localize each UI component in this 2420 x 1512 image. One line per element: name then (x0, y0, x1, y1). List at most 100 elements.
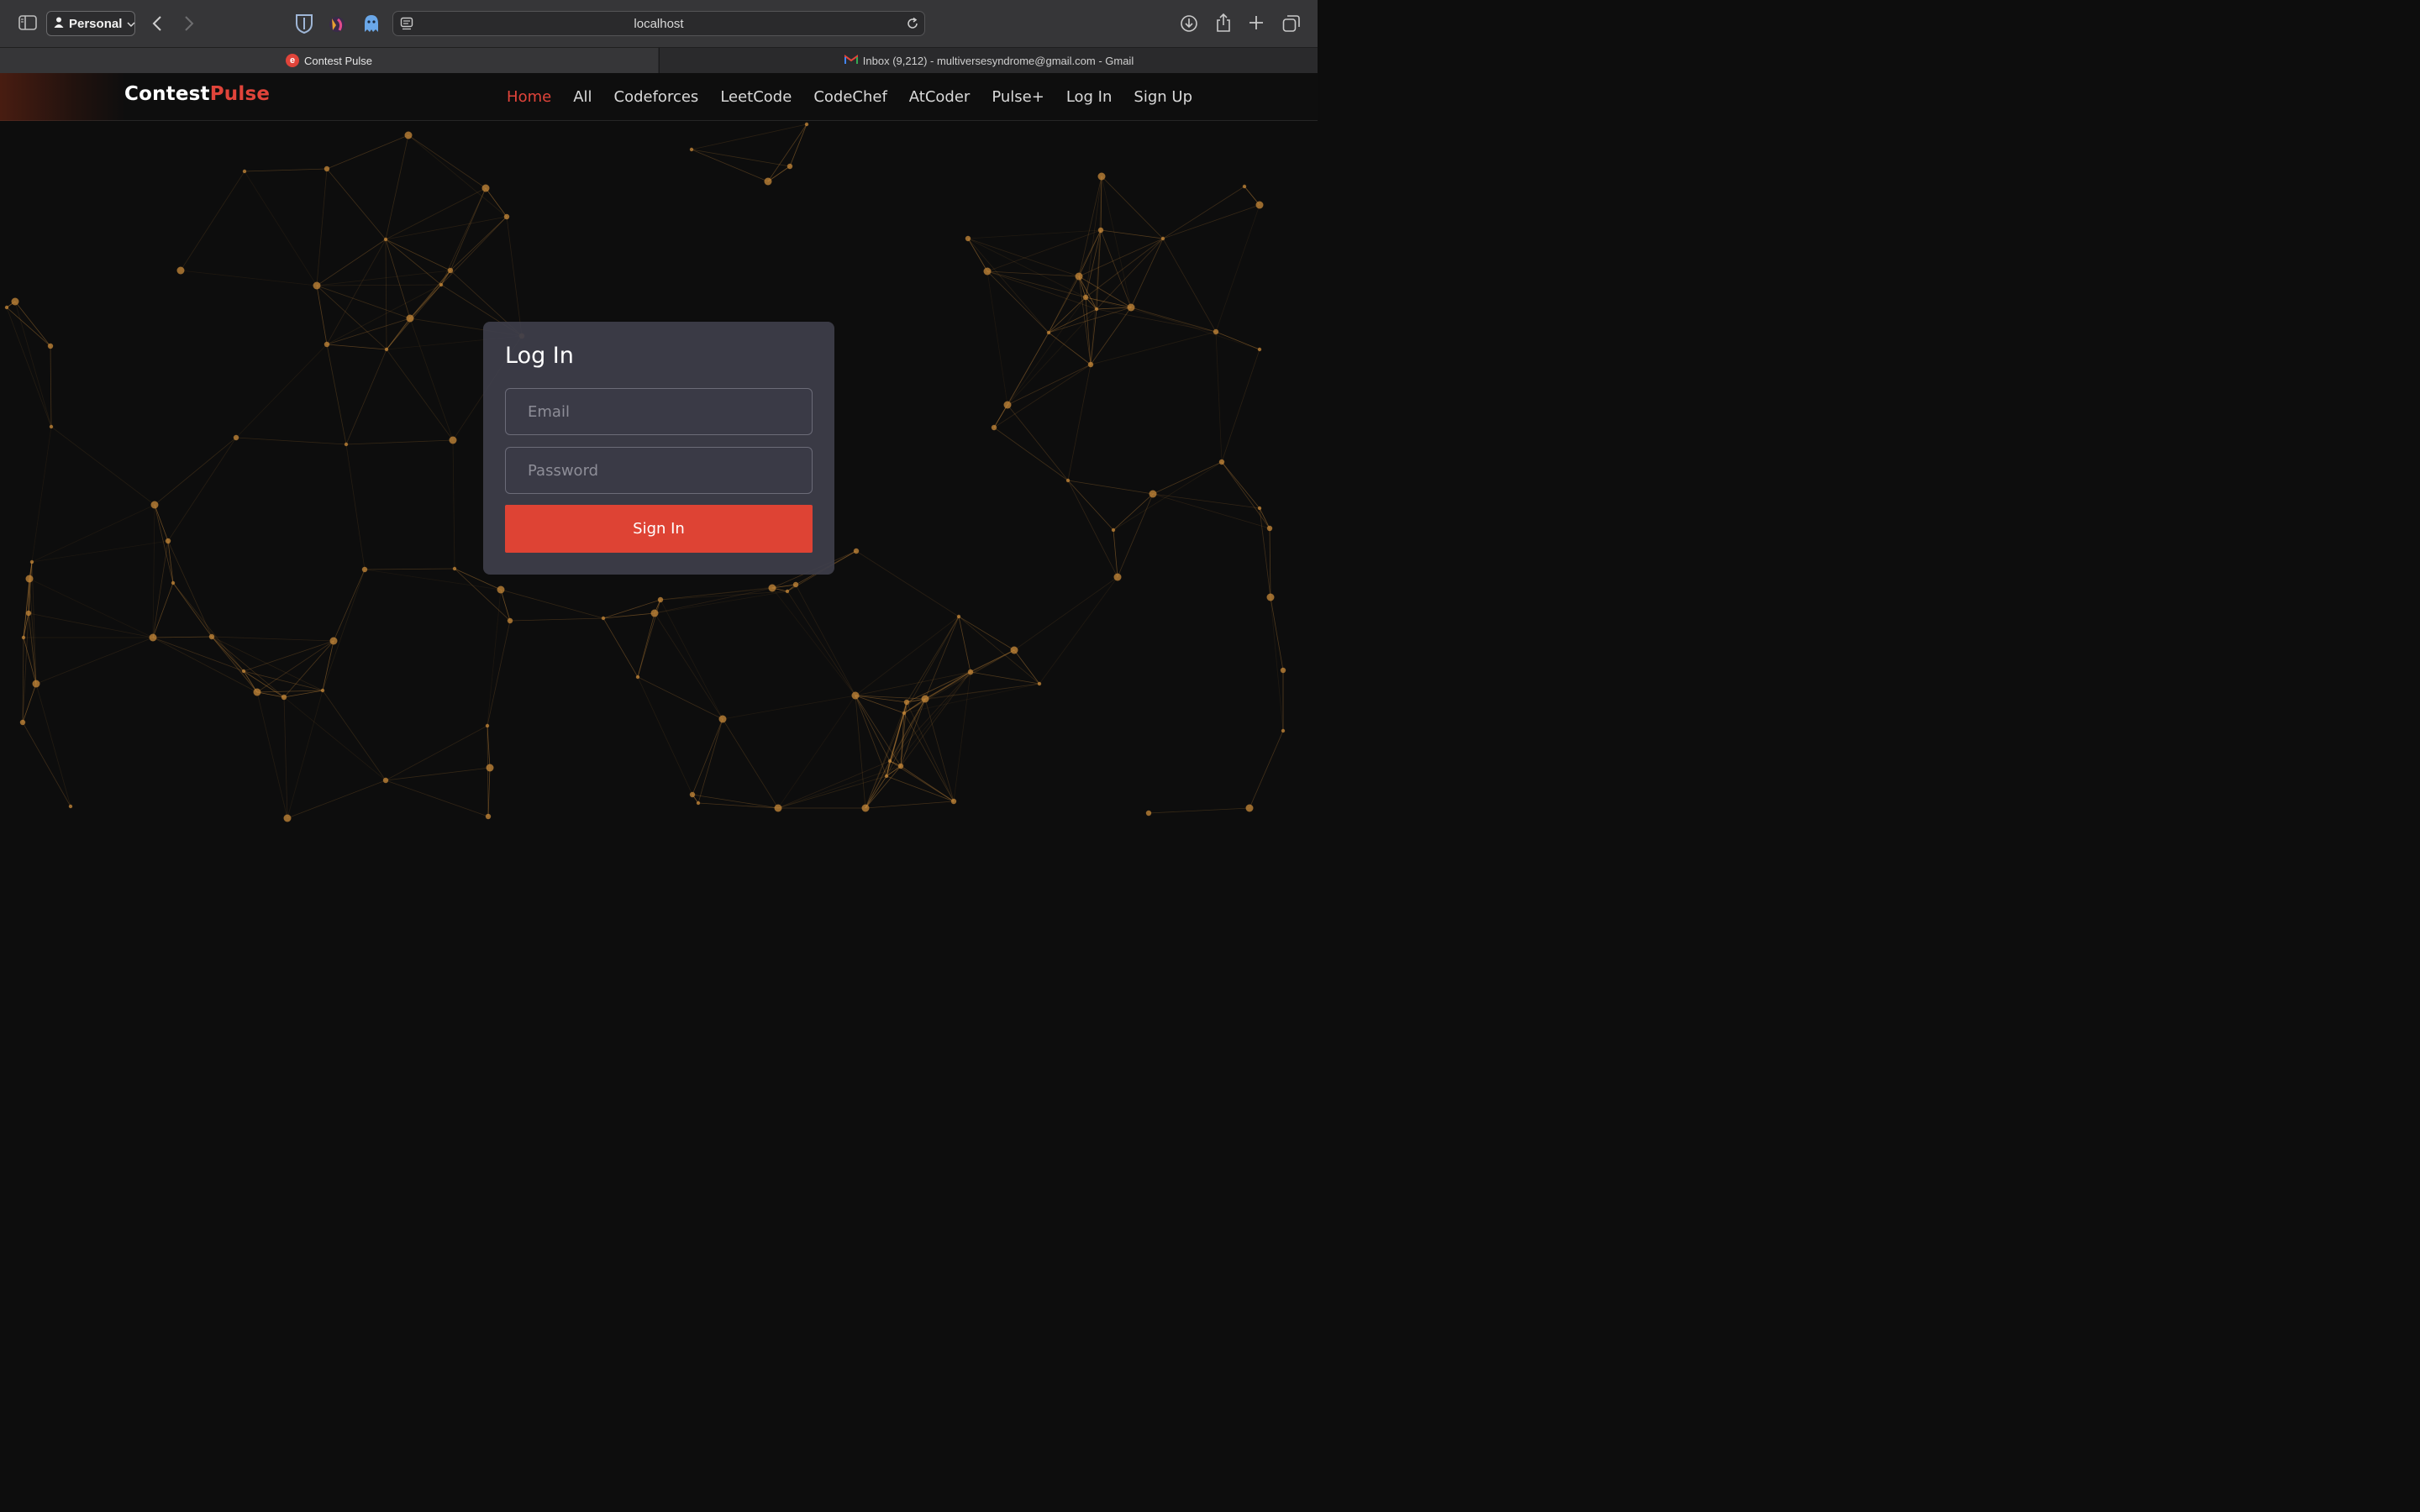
nav-link-all[interactable]: All (573, 88, 592, 106)
network-node (406, 314, 414, 323)
share-icon[interactable] (1215, 13, 1232, 33)
network-node (449, 436, 457, 444)
sidebar-icon[interactable] (18, 15, 37, 30)
network-link (1270, 596, 1284, 732)
network-link (654, 587, 773, 614)
nav-link-atcoder[interactable]: AtCoder (909, 88, 971, 106)
new-tab-icon[interactable] (1249, 15, 1264, 30)
network-link (500, 589, 604, 619)
network-link (777, 775, 887, 809)
network-node (382, 777, 389, 784)
back-icon[interactable] (151, 15, 163, 32)
network-node (241, 669, 246, 674)
network-link (14, 301, 52, 428)
network-link (1067, 480, 1114, 531)
nav-link-sign-up[interactable]: Sign Up (1134, 88, 1192, 106)
network-link (654, 591, 788, 614)
nav-link-log-in[interactable]: Log In (1066, 88, 1113, 106)
network-link (1249, 730, 1284, 809)
tab-label: Inbox (9,212) - multiversesyndrome@gmail… (862, 54, 1134, 67)
nav-link-codechef[interactable]: CodeChef (813, 88, 886, 106)
network-node (283, 814, 292, 822)
network-link (1096, 238, 1164, 310)
network-link (855, 695, 887, 777)
network-node (1037, 681, 1042, 686)
network-node (47, 343, 54, 349)
downloads-icon[interactable] (1180, 14, 1198, 33)
network-node (689, 147, 694, 152)
gmail-icon (844, 54, 858, 67)
network-link (637, 676, 693, 795)
nav-link-pulse-plus[interactable]: Pulse+ (992, 88, 1044, 106)
network-link (986, 270, 1080, 277)
network-node (320, 688, 325, 693)
nav-link-codeforces[interactable]: Codeforces (614, 88, 699, 106)
network-link (50, 426, 155, 506)
extension-icon[interactable] (328, 13, 346, 34)
network-link (385, 767, 491, 781)
network-node (786, 163, 793, 170)
network-link (322, 569, 366, 691)
network-link (345, 439, 454, 445)
network-link (1039, 576, 1118, 685)
network-link (408, 134, 487, 189)
forward-icon[interactable] (183, 15, 195, 32)
network-link (345, 349, 387, 445)
network-node (601, 616, 606, 621)
network-link (283, 696, 387, 781)
network-link (167, 540, 213, 638)
network-link (1117, 493, 1154, 578)
network-link (6, 307, 52, 428)
network-link (364, 569, 502, 591)
network-link (1215, 331, 1260, 350)
email-field[interactable] (505, 388, 813, 435)
network-node (897, 763, 904, 769)
tab-overview-icon[interactable] (1282, 14, 1301, 33)
address-bar[interactable]: localhost (392, 11, 925, 36)
network-node (950, 798, 957, 805)
network-node (956, 614, 961, 619)
corner-glow (0, 73, 126, 121)
network-node (1046, 330, 1051, 335)
network-link (316, 168, 328, 286)
network-node (150, 501, 159, 509)
network-node (991, 424, 997, 431)
tab-contest-pulse[interactable]: e Contest Pulse (0, 48, 658, 73)
network-link (326, 344, 347, 445)
password-field[interactable] (505, 447, 813, 494)
network-node (503, 213, 510, 220)
profile-button[interactable]: Personal (46, 11, 135, 36)
network-node (853, 548, 860, 554)
site-logo[interactable]: ContestPulse (124, 83, 270, 105)
network-node (11, 297, 19, 306)
network-node (485, 723, 490, 728)
network-link (386, 318, 411, 350)
network-link (244, 171, 318, 286)
bitwarden-icon[interactable] (295, 13, 313, 34)
network-node (361, 566, 368, 573)
network-link (506, 216, 523, 337)
network-link (986, 270, 1008, 406)
network-node (21, 635, 26, 640)
network-link (722, 695, 856, 720)
network-link (771, 587, 856, 696)
network-link (1085, 297, 1217, 333)
network-node (447, 267, 454, 274)
network-link (180, 270, 318, 286)
tab-gmail[interactable]: Inbox (9,212) - multiversesyndrome@gmail… (659, 48, 1318, 73)
network-link (1101, 176, 1164, 239)
site-navbar: ContestPulse Home All Codeforces LeetCod… (0, 73, 1318, 121)
network-link (322, 690, 387, 781)
network-link (1113, 493, 1154, 531)
network-link (154, 504, 169, 542)
tab-label: Contest Pulse (304, 54, 372, 67)
ghostery-icon[interactable] (363, 13, 380, 34)
reload-icon[interactable] (906, 17, 919, 34)
nav-link-home[interactable]: Home (507, 88, 551, 106)
nav-link-leetcode[interactable]: LeetCode (720, 88, 792, 106)
sign-in-button[interactable]: Sign In (505, 505, 813, 553)
network-link (777, 760, 891, 809)
reader-icon[interactable] (400, 17, 413, 34)
network-link (602, 617, 639, 678)
network-link (1048, 307, 1132, 333)
